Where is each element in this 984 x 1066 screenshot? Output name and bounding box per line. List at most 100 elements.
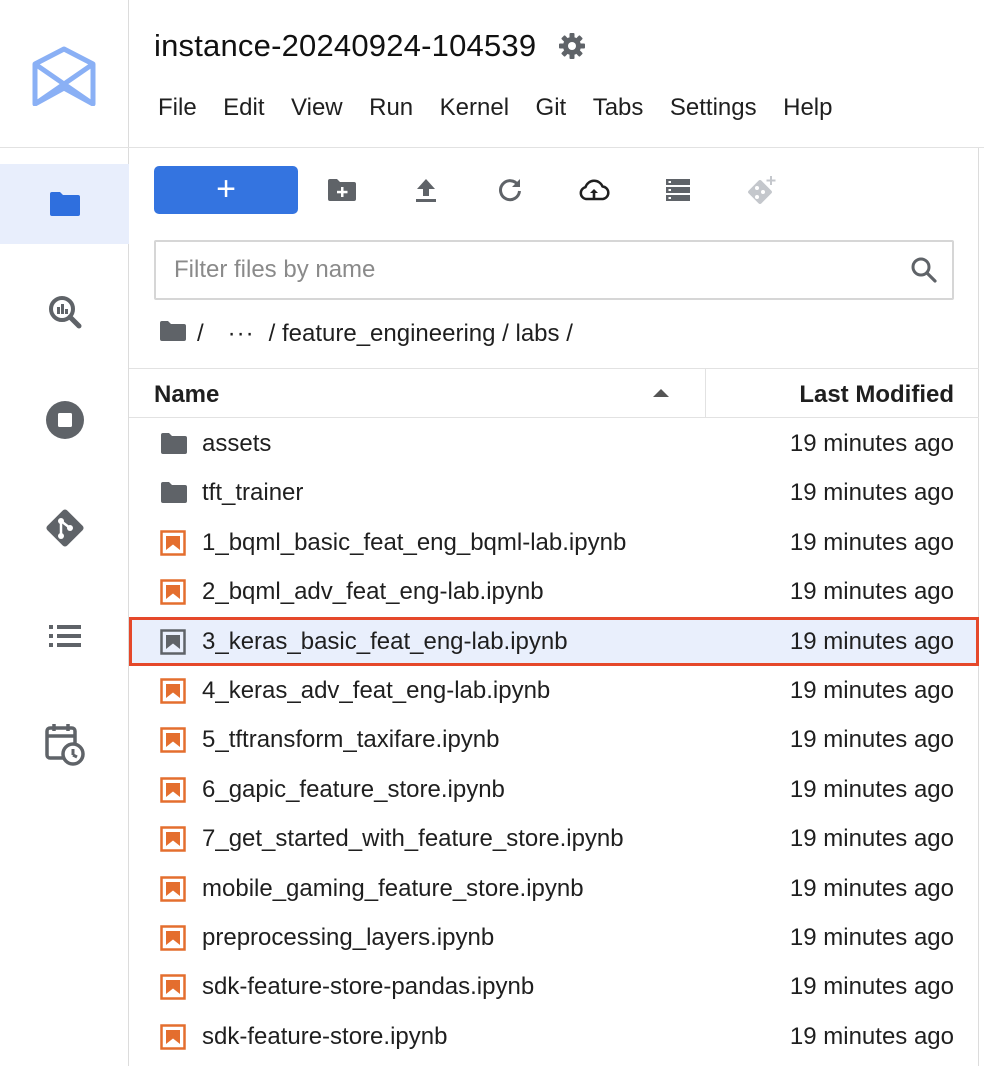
sidebar-item-bigquery[interactable]	[0, 272, 129, 352]
notebook-icon	[160, 875, 186, 902]
file-name: 2_bqml_adv_feat_eng-lab.ipynb	[202, 578, 544, 606]
column-name-label: Name	[154, 381, 220, 408]
file-row[interactable]: tft_trainer 19 minutes ago	[129, 468, 979, 517]
file-row[interactable]: 6_gapic_feature_store.ipynb 19 minutes ag…	[129, 765, 979, 814]
calendar-clock-icon	[44, 724, 85, 766]
file-row[interactable]: 1_bqml_basic_feat_eng_bqml-lab.ipynb 19 m…	[129, 518, 979, 567]
breadcrumb-ellipsis[interactable]: ···	[228, 320, 255, 348]
upload-icon	[416, 179, 436, 202]
notebook-icon	[160, 776, 186, 803]
notebook-icon	[160, 826, 186, 852]
menu-help[interactable]: Help	[772, 92, 843, 124]
breadcrumb-path[interactable]: / feature_engineering / labs /	[269, 320, 573, 348]
file-row[interactable]: preprocessing_layers.ipynb 19 minutes ago	[129, 913, 979, 962]
file-modified: 19 minutes ago	[789, 923, 954, 951]
cloud-upload-icon	[579, 179, 610, 201]
menu-git[interactable]: Git	[525, 92, 578, 124]
sidebar-item-scheduler[interactable]	[0, 704, 129, 784]
file-modified: 19 minutes ago	[789, 627, 954, 655]
file-row[interactable]: sdk-feature-store-pandas.ipynb 19 minutes…	[129, 962, 979, 1011]
menu-kernel[interactable]: Kernel	[429, 92, 520, 124]
column-modified-header[interactable]: Last Modified	[707, 369, 979, 417]
stop-circle-icon	[45, 401, 84, 439]
breadcrumb-separator: /	[197, 320, 204, 347]
notebook-icon	[160, 1023, 186, 1050]
file-name: 4_keras_adv_feat_eng-lab.ipynb	[202, 676, 551, 704]
git-clone-icon	[748, 176, 776, 204]
settings-button[interactable]	[558, 32, 586, 60]
menu-view[interactable]: View	[280, 92, 354, 124]
refresh-button[interactable]	[486, 166, 534, 214]
menu-tabs[interactable]: Tabs	[582, 92, 655, 124]
folder-icon	[161, 433, 187, 454]
sidebar-item-file-browser[interactable]	[0, 164, 129, 244]
logo-area	[0, 0, 129, 148]
cloud-upload-button[interactable]	[570, 166, 618, 214]
file-browser-toolbar: +	[154, 166, 954, 214]
storage-button[interactable]	[654, 166, 702, 214]
git-clone-button[interactable]	[738, 166, 786, 214]
file-name: sdk-feature-store.ipynb	[202, 1022, 448, 1050]
file-row[interactable]: 4_keras_adv_feat_eng-lab.ipynb 19 minutes…	[129, 666, 979, 715]
folder-icon-wrap	[160, 431, 188, 457]
notebook-icon-wrap	[160, 974, 188, 1001]
column-modified-label: Last Modified	[799, 381, 954, 408]
folder-icon-wrap	[160, 480, 188, 506]
header: instance-20240924-104539 File Edit View …	[129, 0, 984, 148]
git-icon	[45, 509, 84, 547]
file-name: tft_trainer	[202, 479, 304, 507]
notebook-icon	[160, 925, 186, 951]
breadcrumb-home[interactable]	[159, 320, 187, 349]
column-name-header[interactable]: Name	[129, 369, 706, 417]
file-name: 5_tftransform_taxifare.ipynb	[202, 726, 500, 754]
notebook-icon-wrap	[160, 678, 188, 704]
filter-files-input[interactable]	[174, 256, 952, 284]
file-list: assets 19 minutes ago tft_trainer 19 minute…	[129, 419, 979, 1061]
refresh-icon	[499, 179, 521, 202]
file-row[interactable]: 3_keras_basic_feat_eng-lab.ipynb 19 minut…	[129, 616, 979, 666]
file-name: 7_get_started_with_feature_store.ipynb	[202, 825, 624, 853]
menu-settings[interactable]: Settings	[659, 92, 768, 124]
new-folder-button[interactable]	[318, 166, 366, 214]
file-modified: 19 minutes ago	[789, 825, 954, 853]
file-row[interactable]: 5_tftransform_taxifare.ipynb 19 minutes a…	[129, 715, 979, 764]
notebook-icon	[160, 530, 186, 556]
activity-bar	[0, 0, 129, 1066]
new-launcher-button[interactable]: +	[154, 166, 298, 214]
file-row[interactable]: assets 19 minutes ago	[129, 419, 979, 468]
file-row[interactable]: 7_get_started_with_feature_store.ipynb 19…	[129, 814, 979, 863]
file-name: mobile_gaming_feature_store.ipynb	[202, 874, 584, 902]
folder-icon	[161, 482, 187, 504]
file-modified: 19 minutes ago	[789, 1022, 954, 1050]
file-modified: 19 minutes ago	[789, 874, 954, 902]
file-name: 1_bqml_basic_feat_eng_bqml-lab.ipynb	[202, 528, 627, 556]
file-list-header: Name Last Modified	[129, 368, 979, 418]
search-icon	[911, 257, 937, 283]
file-name: 6_gapic_feature_store.ipynb	[202, 775, 505, 803]
file-row[interactable]: mobile_gaming_feature_store.ipynb 19 minu…	[129, 864, 979, 913]
sidebar-item-table-of-contents[interactable]	[0, 596, 129, 676]
menu-file[interactable]: File	[147, 92, 208, 124]
file-browser-panel: + Filter files by name / ··· / feature_e…	[129, 148, 979, 1066]
file-modified: 19 minutes ago	[789, 973, 954, 1001]
notebook-icon-wrap	[160, 826, 188, 852]
notebook-icon	[160, 974, 186, 1001]
file-row[interactable]: sdk-feature-store.ipynb 19 minutes ago	[129, 1012, 979, 1061]
menu-edit[interactable]: Edit	[212, 92, 275, 124]
folder-icon	[49, 192, 80, 216]
upload-button[interactable]	[402, 166, 450, 214]
page-title: instance-20240924-104539	[154, 28, 537, 63]
breadcrumb: / ··· / feature_engineering / labs /	[159, 316, 573, 352]
file-row[interactable]: 2_bqml_adv_feat_eng-lab.ipynb 19 minutes …	[129, 567, 979, 616]
file-modified: 19 minutes ago	[789, 479, 954, 507]
notebook-icon	[160, 727, 186, 754]
menu-run[interactable]: Run	[358, 92, 424, 124]
gear-icon	[559, 33, 586, 59]
file-modified: 19 minutes ago	[789, 430, 954, 457]
sidebar-item-running-terminals[interactable]	[0, 380, 129, 460]
sidebar-item-git[interactable]	[0, 488, 129, 568]
jupyter-logo-icon	[32, 46, 96, 106]
list-icon	[48, 625, 81, 647]
notebook-icon-wrap	[160, 776, 188, 803]
filter-files-field	[154, 240, 954, 300]
